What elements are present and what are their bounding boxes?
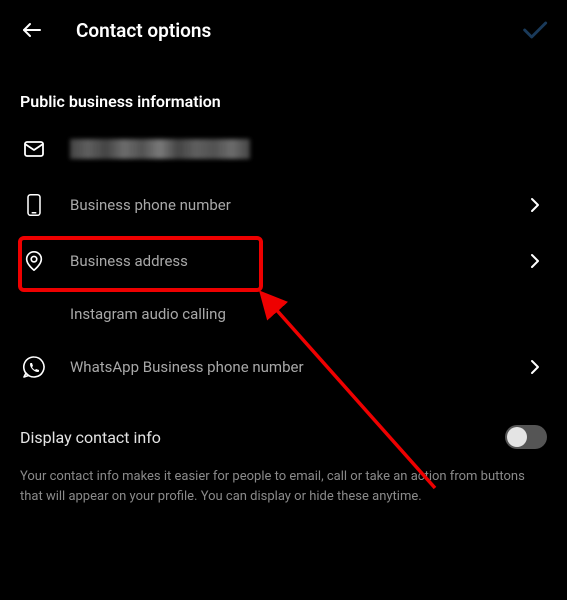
phone-icon (22, 193, 46, 217)
whatsapp-label: WhatsApp Business phone number (70, 358, 525, 376)
whatsapp-item[interactable]: WhatsApp Business phone number (0, 339, 567, 395)
page-title: Contact options (76, 19, 211, 42)
chevron-right-icon (525, 251, 545, 271)
location-pin-icon (22, 249, 46, 273)
display-contact-toggle[interactable] (505, 425, 547, 449)
whatsapp-icon (22, 355, 46, 379)
section-heading: Public business information (0, 60, 567, 121)
toggle-knob (507, 427, 527, 447)
chevron-right-icon (525, 357, 545, 377)
audio-calling-item[interactable]: Instagram audio calling (0, 289, 567, 339)
mail-icon (22, 137, 46, 161)
email-item[interactable] (0, 121, 567, 177)
display-contact-row: Display contact info (0, 395, 567, 463)
header: Contact options (0, 0, 567, 60)
chevron-right-icon (525, 195, 545, 215)
check-icon (520, 16, 548, 44)
address-label: Business address (70, 252, 525, 270)
arrow-left-icon (20, 18, 44, 42)
back-button[interactable] (18, 16, 46, 44)
confirm-button[interactable] (519, 15, 549, 45)
phone-item[interactable]: Business phone number (0, 177, 567, 233)
display-contact-description: Your contact info makes it easier for pe… (0, 463, 567, 522)
audio-calling-label: Instagram audio calling (70, 305, 545, 323)
phone-label: Business phone number (70, 196, 525, 214)
display-contact-label: Display contact info (20, 428, 161, 447)
email-value-redacted (70, 139, 250, 159)
address-item[interactable]: Business address (0, 233, 567, 289)
